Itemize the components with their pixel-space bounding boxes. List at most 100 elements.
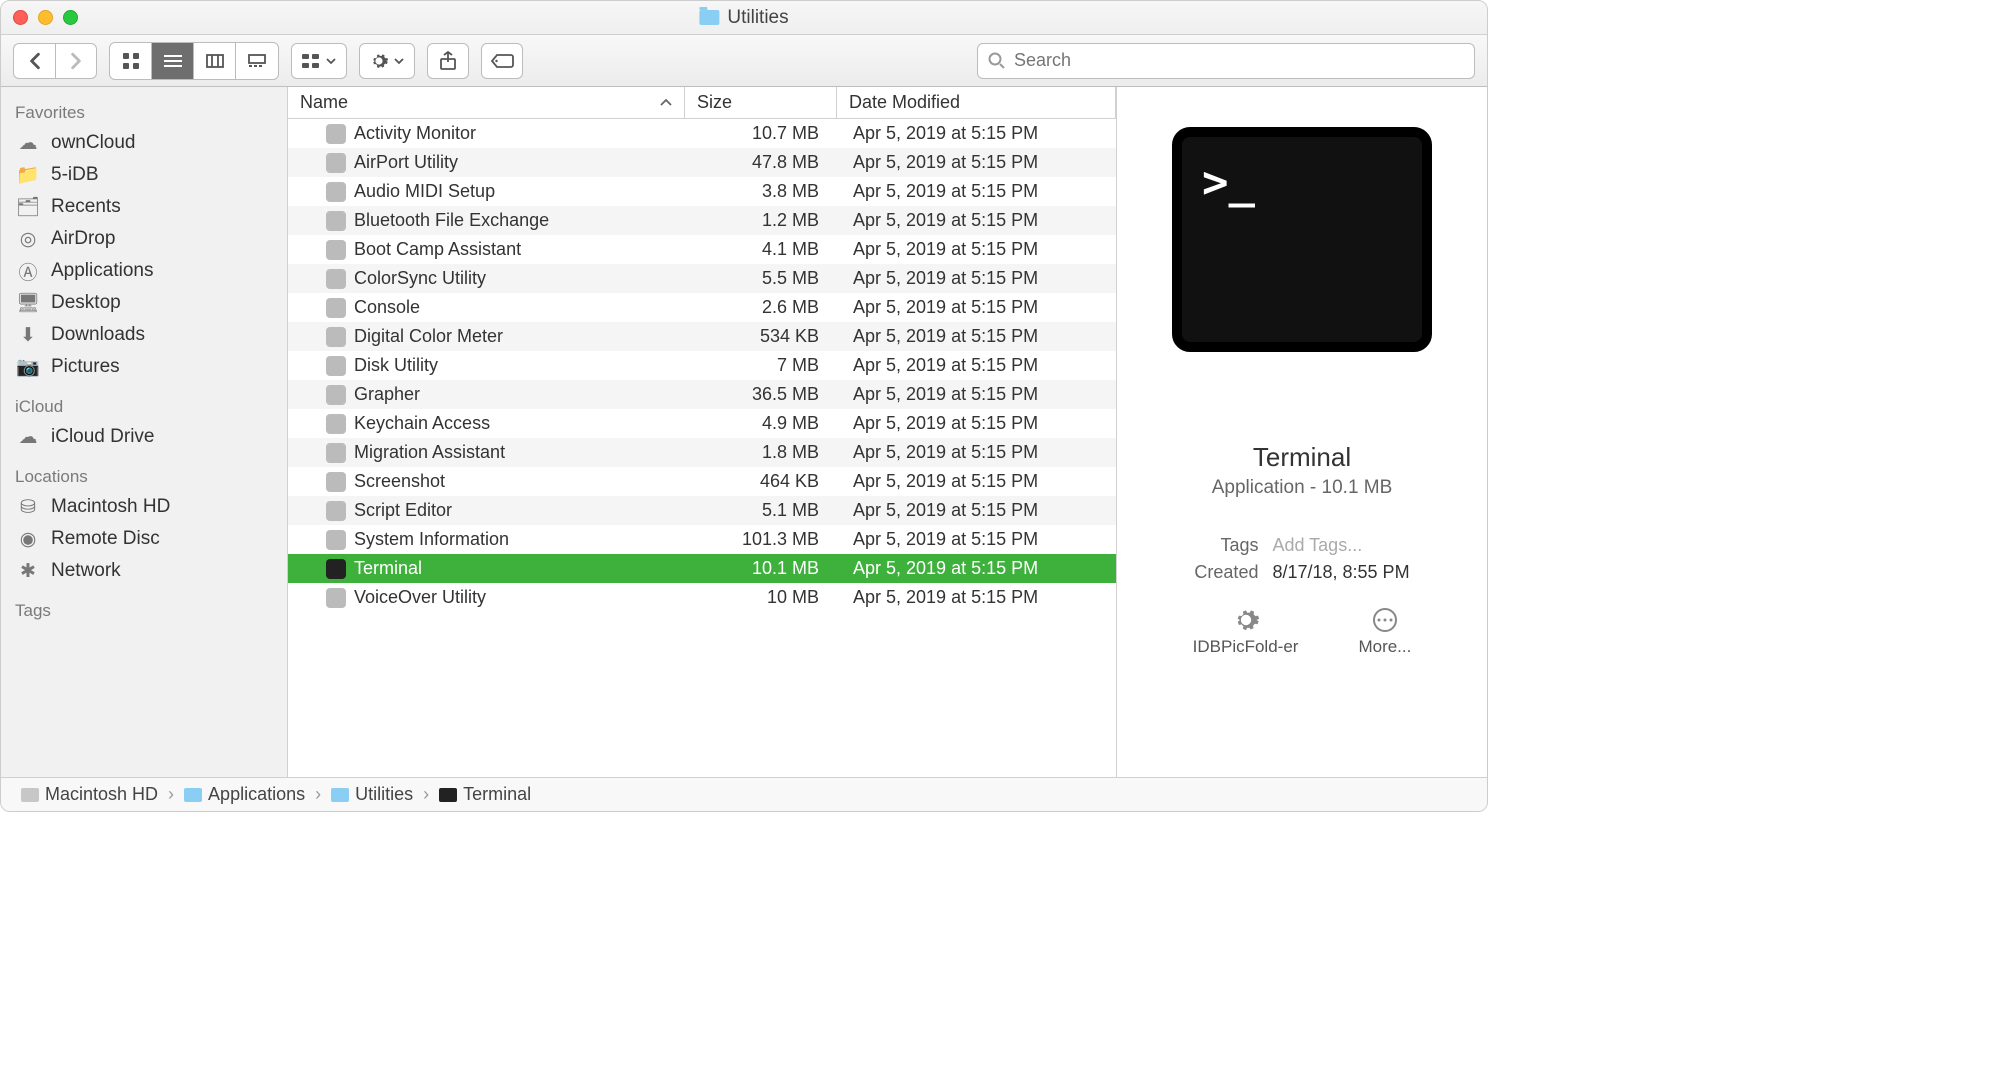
- breadcrumb[interactable]: Macintosh HD: [21, 784, 158, 805]
- sidebar-item-label: iCloud Drive: [51, 426, 154, 448]
- file-name: Screenshot: [354, 471, 445, 492]
- col-date[interactable]: Date Modified: [837, 87, 1116, 118]
- folder-icon: [699, 10, 719, 25]
- breadcrumb-icon: [184, 788, 202, 802]
- sidebar-icon: 🗂: [17, 196, 39, 218]
- sidebar-item-macintosh-hd[interactable]: ⛁ Macintosh HD: [1, 491, 287, 523]
- file-row[interactable]: System Information101.3 MBApr 5, 2019 at…: [288, 525, 1116, 554]
- file-row[interactable]: AirPort Utility47.8 MBApr 5, 2019 at 5:1…: [288, 148, 1116, 177]
- sidebar-item-airdrop[interactable]: ◎AirDrop: [1, 223, 287, 255]
- file-date: Apr 5, 2019 at 5:15 PM: [837, 181, 1116, 202]
- chevron-right-icon: ›: [164, 784, 178, 805]
- breadcrumb[interactable]: Utilities: [331, 784, 413, 805]
- sidebar-item-owncloud[interactable]: ☁ownCloud: [1, 127, 287, 159]
- file-row[interactable]: Screenshot464 KBApr 5, 2019 at 5:15 PM: [288, 467, 1116, 496]
- sidebar-item-downloads[interactable]: ⬇Downloads: [1, 319, 287, 351]
- sidebar-item-label: Applications: [51, 260, 153, 282]
- favorites-label: Favorites: [1, 97, 287, 127]
- sidebar-item-label: Remote Disc: [51, 528, 160, 550]
- file-list[interactable]: Activity Monitor10.7 MBApr 5, 2019 at 5:…: [288, 119, 1116, 777]
- app-icon: [326, 559, 346, 579]
- back-button[interactable]: [13, 43, 55, 79]
- sidebar-item-icloud-drive[interactable]: ☁iCloud Drive: [1, 421, 287, 453]
- breadcrumb-icon: [331, 788, 349, 802]
- file-name: Activity Monitor: [354, 123, 476, 144]
- file-row[interactable]: Digital Color Meter534 KBApr 5, 2019 at …: [288, 322, 1116, 351]
- edit-tags-button[interactable]: [481, 43, 523, 79]
- file-size: 1.2 MB: [685, 210, 837, 231]
- file-row[interactable]: Console2.6 MBApr 5, 2019 at 5:15 PM: [288, 293, 1116, 322]
- file-size: 47.8 MB: [685, 152, 837, 173]
- column-view-button[interactable]: [194, 43, 236, 79]
- search-box[interactable]: [977, 43, 1475, 79]
- file-row[interactable]: Disk Utility7 MBApr 5, 2019 at 5:15 PM: [288, 351, 1116, 380]
- file-date: Apr 5, 2019 at 5:15 PM: [837, 152, 1116, 173]
- file-size: 2.6 MB: [685, 297, 837, 318]
- file-row[interactable]: Grapher36.5 MBApr 5, 2019 at 5:15 PM: [288, 380, 1116, 409]
- file-pane: Name Size Date Modified Activity Monitor…: [288, 87, 1116, 777]
- preview-info: Application - 10.1 MB: [1212, 477, 1393, 499]
- gallery-view-button[interactable]: [236, 43, 278, 79]
- file-size: 5.1 MB: [685, 500, 837, 521]
- file-row[interactable]: Terminal10.1 MBApr 5, 2019 at 5:15 PM: [288, 554, 1116, 583]
- sidebar-item-network[interactable]: ✱Network: [1, 555, 287, 587]
- list-view-button[interactable]: [152, 43, 194, 79]
- share-button[interactable]: [427, 43, 469, 79]
- file-row[interactable]: Migration Assistant1.8 MBApr 5, 2019 at …: [288, 438, 1116, 467]
- path-bar: Macintosh HD›Applications›Utilities›Term…: [1, 777, 1487, 811]
- file-row[interactable]: Keychain Access4.9 MBApr 5, 2019 at 5:15…: [288, 409, 1116, 438]
- file-row[interactable]: Audio MIDI Setup3.8 MBApr 5, 2019 at 5:1…: [288, 177, 1116, 206]
- app-icon: [326, 472, 346, 492]
- sidebar-icon: ⛁: [17, 496, 39, 518]
- file-size: 101.3 MB: [685, 529, 837, 550]
- col-size[interactable]: Size: [685, 87, 837, 118]
- file-row[interactable]: ColorSync Utility5.5 MBApr 5, 2019 at 5:…: [288, 264, 1116, 293]
- file-size: 4.1 MB: [685, 239, 837, 260]
- nav-buttons: [13, 43, 97, 79]
- quick-action-1[interactable]: IDBPicFold-er: [1193, 607, 1299, 657]
- breadcrumb-label: Applications: [208, 784, 305, 805]
- sidebar-item-recents[interactable]: 🗂Recents: [1, 191, 287, 223]
- action-button[interactable]: [359, 43, 415, 79]
- search-input[interactable]: [1014, 50, 1464, 71]
- file-size: 464 KB: [685, 471, 837, 492]
- file-date: Apr 5, 2019 at 5:15 PM: [837, 587, 1116, 608]
- file-row[interactable]: Boot Camp Assistant4.1 MBApr 5, 2019 at …: [288, 235, 1116, 264]
- sidebar-item-label: Macintosh HD: [51, 496, 170, 518]
- app-icon: [326, 530, 346, 550]
- close-button[interactable]: [13, 10, 28, 25]
- minimize-button[interactable]: [38, 10, 53, 25]
- quick-action-more[interactable]: More...: [1358, 607, 1411, 657]
- icon-view-button[interactable]: [110, 43, 152, 79]
- add-tags[interactable]: Add Tags...: [1272, 535, 1409, 556]
- sidebar-item-remote-disc[interactable]: ◉Remote Disc: [1, 523, 287, 555]
- sidebar-item-desktop[interactable]: 🖥Desktop: [1, 287, 287, 319]
- group-by-button[interactable]: [291, 43, 347, 79]
- titlebar: Utilities: [1, 1, 1487, 35]
- file-date: Apr 5, 2019 at 5:15 PM: [837, 442, 1116, 463]
- file-size: 10.7 MB: [685, 123, 837, 144]
- breadcrumb-label: Terminal: [463, 784, 531, 805]
- col-name[interactable]: Name: [288, 87, 685, 118]
- file-row[interactable]: Bluetooth File Exchange1.2 MBApr 5, 2019…: [288, 206, 1116, 235]
- sidebar-item-5-idb[interactable]: 📁5-iDB: [1, 159, 287, 191]
- file-name: VoiceOver Utility: [354, 587, 486, 608]
- file-row[interactable]: Activity Monitor10.7 MBApr 5, 2019 at 5:…: [288, 119, 1116, 148]
- zoom-button[interactable]: [63, 10, 78, 25]
- file-size: 7 MB: [685, 355, 837, 376]
- app-icon: [326, 211, 346, 231]
- sidebar-item-pictures[interactable]: 📷Pictures: [1, 351, 287, 383]
- breadcrumb[interactable]: Applications: [184, 784, 305, 805]
- sidebar-icon: 📷: [17, 356, 39, 378]
- forward-button[interactable]: [55, 43, 97, 79]
- sidebar-item-applications[interactable]: ⒶApplications: [1, 255, 287, 287]
- created-label: Created: [1194, 562, 1258, 583]
- traffic-lights: [13, 10, 78, 25]
- app-icon: [326, 356, 346, 376]
- breadcrumb[interactable]: Terminal: [439, 784, 531, 805]
- sidebar-item-label: ownCloud: [51, 132, 136, 154]
- file-date: Apr 5, 2019 at 5:15 PM: [837, 239, 1116, 260]
- file-date: Apr 5, 2019 at 5:15 PM: [837, 413, 1116, 434]
- file-row[interactable]: Script Editor5.1 MBApr 5, 2019 at 5:15 P…: [288, 496, 1116, 525]
- file-row[interactable]: VoiceOver Utility10 MBApr 5, 2019 at 5:1…: [288, 583, 1116, 612]
